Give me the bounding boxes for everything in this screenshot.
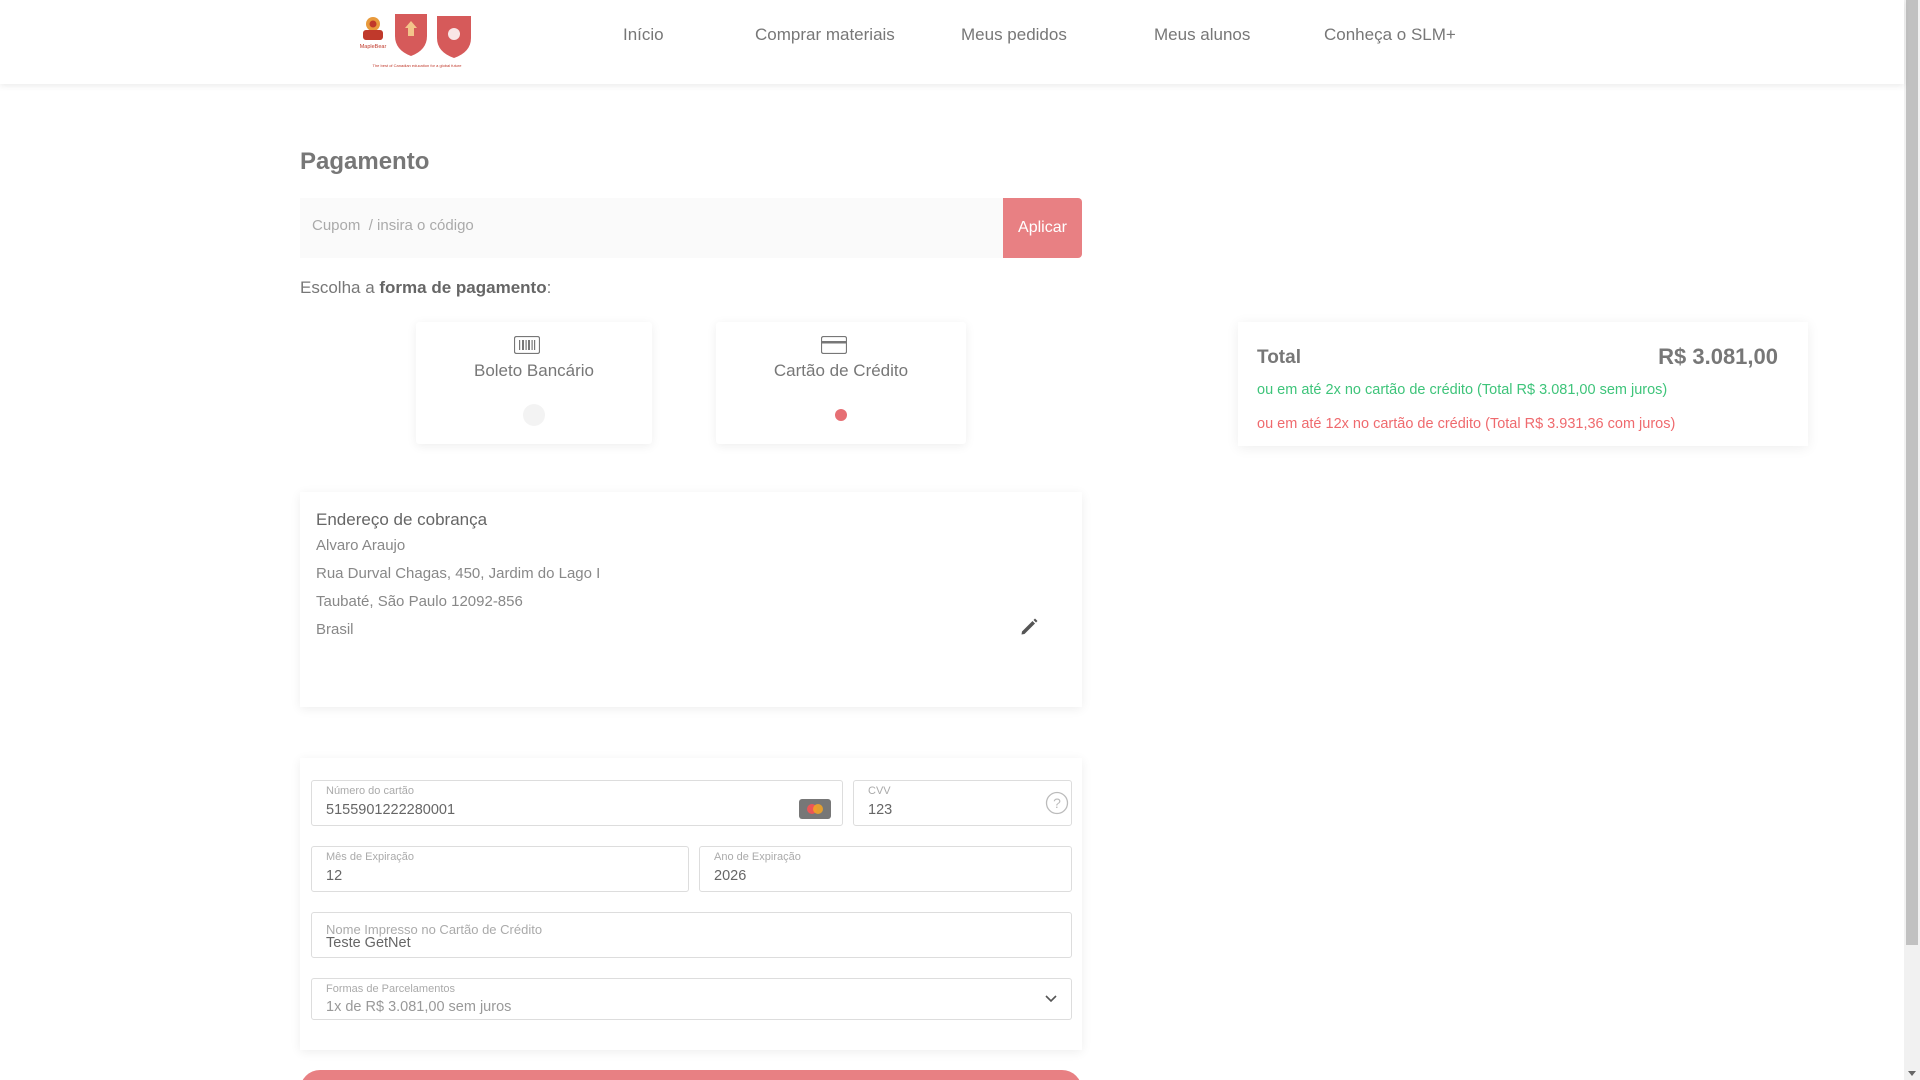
credit-card-radio[interactable]	[830, 404, 852, 426]
credit-card-radio-dot	[835, 409, 847, 421]
scroll-down-arrow-icon[interactable]	[1908, 1071, 1916, 1076]
payment-option-boleto-label: Boleto Bancário	[473, 361, 595, 380]
svg-text:?: ?	[1053, 795, 1061, 811]
nav-item-meus-pedidos[interactable]: Meus pedidos	[961, 25, 1067, 45]
page-scrollbar[interactable]	[1904, 0, 1920, 1080]
coupon-field	[300, 198, 1003, 258]
billing-address-country: Brasil	[316, 621, 354, 638]
installments-with-interest-text: ou em até 12x no cartão de crédito (Tota…	[1257, 416, 1676, 432]
cvv-value[interactable]: 123	[868, 802, 892, 818]
card-number-label: Número do cartão	[326, 785, 415, 797]
billing-address-street: Rua Durval Chagas, 450, Jardim do Lago I	[316, 565, 601, 582]
nav-item-meus-alunos[interactable]: Meus alunos	[1154, 25, 1250, 45]
nav-item-conheca-slm[interactable]: Conheça o SLM+	[1324, 25, 1456, 45]
installments-select[interactable]: Formas de Parcelamentos 1x de R$ 3.081,0…	[311, 978, 1072, 1020]
total-value: R$ 3.081,00	[1658, 344, 1778, 369]
expiration-year-label: Ano de Expiração	[714, 851, 801, 863]
maple-bear-logo[interactable]: MapleBear The best of Canadian education…	[355, 12, 480, 70]
checkout-button[interactable]	[300, 1070, 1082, 1080]
installments-no-interest-text: ou em até 2x no cartão de crédito (Total…	[1257, 382, 1668, 398]
top-navbar: MapleBear The best of Canadian education…	[0, 0, 1904, 84]
payment-option-credit-card-label: Cartão de Crédito	[773, 361, 909, 380]
cvv-field[interactable]: CVV 123 ?	[853, 780, 1072, 826]
billing-address-name: Alvaro Araujo	[316, 537, 406, 554]
payment-option-credit-card[interactable]: Cartão de Crédito	[716, 322, 966, 444]
billing-address-city: Taubaté, São Paulo 12092-856	[316, 593, 523, 610]
installments-value[interactable]: 1x de R$ 3.081,00 sem juros	[326, 999, 511, 1015]
expiration-month-value[interactable]: 12	[326, 868, 342, 884]
expiration-month-label: Mês de Expiração	[326, 851, 415, 863]
edit-pencil-icon[interactable]	[1018, 616, 1040, 638]
page-title: Pagamento	[300, 148, 430, 175]
cardholder-name-value[interactable]: Teste GetNet	[326, 935, 411, 951]
installments-label: Formas de Parcelamentos	[326, 983, 455, 995]
billing-address-card: Endereço de cobrança Alvaro Araujo Rua D…	[300, 492, 1082, 707]
nav-item-inicio[interactable]: Início	[623, 25, 664, 45]
mastercard-brand-icon	[799, 799, 831, 819]
credit-card-form: Número do cartão 5155901222280001 CVV 12…	[300, 758, 1082, 1050]
cardholder-name-field[interactable]: Nome Impresso no Cartão de Crédito Teste…	[311, 912, 1072, 958]
chevron-down-icon[interactable]	[1044, 994, 1058, 1004]
credit-card-icon	[821, 336, 847, 354]
cvv-help-icon[interactable]: ?	[1045, 791, 1069, 815]
scrollbar-thumb[interactable]	[1906, 0, 1918, 945]
boleto-radio[interactable]	[523, 404, 545, 426]
expiration-month-field[interactable]: Mês de Expiração 12	[311, 846, 689, 892]
payment-prompt-prefix: Escolha a	[300, 278, 380, 297]
payment-option-boleto[interactable]: Boleto Bancário	[416, 322, 652, 444]
expiration-year-value[interactable]: 2026	[714, 868, 746, 884]
logo-brand-text: MapleBear	[360, 44, 387, 50]
coupon-input[interactable]	[312, 217, 972, 234]
nav-item-comprar-materiais[interactable]: Comprar materiais	[755, 25, 895, 45]
barcode-icon	[514, 336, 540, 354]
expiration-year-field[interactable]: Ano de Expiração 2026	[699, 846, 1072, 892]
payment-prompt-suffix: :	[546, 278, 552, 297]
apply-coupon-button[interactable]: Aplicar	[1003, 198, 1082, 258]
payment-method-prompt: Escolha a forma de pagamento:	[300, 278, 551, 298]
cvv-label: CVV	[868, 785, 891, 797]
logo-tagline: The best of Canadian education for a glo…	[373, 63, 463, 68]
card-number-value[interactable]: 5155901222280001	[326, 802, 455, 818]
card-number-field[interactable]: Número do cartão 5155901222280001	[311, 780, 843, 826]
order-total-card: Total R$ 3.081,00 ou em até 2x no cartão…	[1238, 322, 1808, 446]
payment-prompt-bold: forma de pagamento	[379, 278, 547, 297]
billing-address-title: Endereço de cobrança	[316, 510, 488, 529]
total-label: Total	[1257, 347, 1301, 368]
